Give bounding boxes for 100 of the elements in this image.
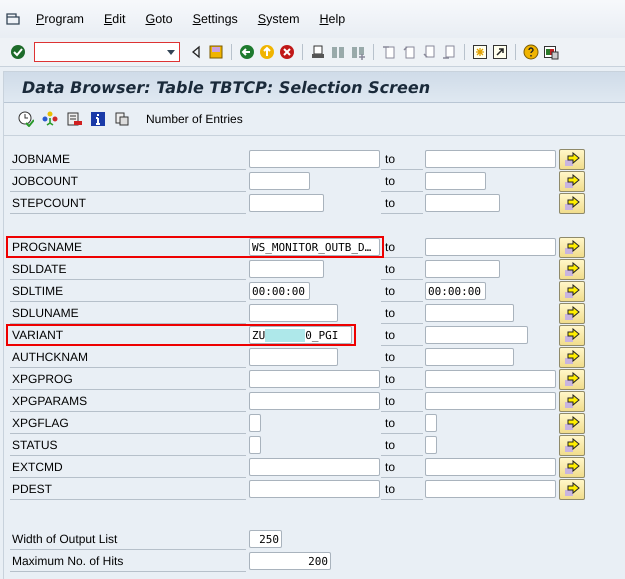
input-field[interactable] [249, 260, 324, 278]
input-field[interactable] [425, 238, 556, 256]
menu-item[interactable]: System [248, 12, 310, 26]
copy-icon[interactable] [114, 111, 130, 127]
menu-item[interactable]: Settings [182, 12, 248, 26]
range-label: to [381, 148, 423, 170]
input-field[interactable] [249, 436, 261, 454]
multiple-selection-button[interactable] [559, 390, 585, 412]
input-field[interactable]: WS_MONITOR_OUTB_D… [249, 238, 380, 256]
field-label: PDEST [10, 478, 246, 500]
multiple-selection-button[interactable] [559, 148, 585, 170]
field-label: XPGPROG [10, 368, 246, 390]
next-page-icon[interactable] [421, 44, 437, 60]
arrow-icon [564, 460, 580, 474]
input-field[interactable] [425, 172, 486, 190]
multiple-selection-button[interactable] [559, 324, 585, 346]
menu-icon[interactable] [6, 13, 20, 25]
input-field[interactable] [249, 172, 310, 190]
command-field[interactable] [34, 42, 180, 62]
field-label: Width of Output List [10, 528, 246, 550]
help-icon[interactable] [523, 44, 539, 60]
multiple-selection-button[interactable] [559, 236, 585, 258]
cancel-icon[interactable] [279, 44, 295, 60]
delete-row-icon[interactable] [66, 111, 82, 127]
field-label: VARIANT [10, 324, 246, 346]
multiple-selection-button[interactable] [559, 192, 585, 214]
input-field[interactable]: 200 [249, 552, 331, 570]
input-field[interactable] [425, 260, 500, 278]
arrow-icon [564, 372, 580, 386]
input-field[interactable] [425, 414, 437, 432]
menu-item[interactable]: Goto [135, 12, 183, 26]
range-label: to [381, 280, 423, 302]
arrow-icon [564, 284, 580, 298]
hierarchy-icon[interactable] [42, 111, 58, 127]
field-label: EXTCMD [10, 456, 246, 478]
save-icon[interactable] [208, 44, 224, 60]
dropdown-icon[interactable] [167, 50, 175, 54]
input-field[interactable] [425, 392, 556, 410]
input-field[interactable] [425, 194, 500, 212]
multiple-selection-button[interactable] [559, 170, 585, 192]
input-field[interactable] [249, 370, 380, 388]
previous-page-icon[interactable] [401, 44, 417, 60]
input-field[interactable] [249, 392, 380, 410]
multiple-selection-button[interactable] [559, 258, 585, 280]
input-field[interactable]: 250 [249, 530, 282, 548]
multiple-selection-button[interactable] [559, 280, 585, 302]
input-field[interactable] [425, 348, 514, 366]
new-session-icon[interactable] [472, 44, 488, 60]
multiple-selection-button[interactable] [559, 456, 585, 478]
range-label: to [381, 324, 423, 346]
input-field[interactable]: ZU 0_PGI [249, 326, 352, 344]
input-field[interactable]: 00:00:00 [425, 282, 486, 300]
menu-item[interactable]: Edit [94, 12, 136, 26]
print-icon[interactable] [310, 44, 326, 60]
multiple-selection-button[interactable] [559, 368, 585, 390]
back-icon[interactable] [239, 44, 255, 60]
arrow-icon [564, 394, 580, 408]
shortcut-icon[interactable] [492, 44, 508, 60]
input-field[interactable] [249, 150, 380, 168]
arrow-icon [564, 350, 580, 364]
menu-item[interactable]: Help [309, 12, 356, 26]
arrow-icon [564, 262, 580, 276]
input-field[interactable] [425, 436, 437, 454]
input-field[interactable]: 00:00:00 [249, 282, 310, 300]
arrow-icon [564, 196, 580, 210]
range-label: to [381, 368, 423, 390]
input-field[interactable] [249, 480, 380, 498]
input-field[interactable] [249, 304, 338, 322]
range-label: to [381, 390, 423, 412]
first-page-icon[interactable] [381, 44, 397, 60]
multiple-selection-button[interactable] [559, 346, 585, 368]
field-label: STEPCOUNT [10, 192, 246, 214]
check-icon[interactable] [10, 44, 26, 60]
multiple-selection-button[interactable] [559, 434, 585, 456]
field-label: STATUS [10, 434, 246, 456]
number-of-entries-button[interactable]: Number of Entries [142, 112, 247, 126]
info-icon[interactable] [90, 111, 106, 127]
last-page-icon[interactable] [441, 44, 457, 60]
multiple-selection-button[interactable] [559, 412, 585, 434]
range-label: to [381, 456, 423, 478]
input-field[interactable] [425, 150, 556, 168]
field-label: XPGPARAMS [10, 390, 246, 412]
input-field[interactable] [425, 326, 528, 344]
execute-icon[interactable] [18, 111, 34, 127]
input-field[interactable] [249, 194, 324, 212]
input-field[interactable] [425, 480, 556, 498]
range-label: to [381, 478, 423, 500]
range-label: to [381, 346, 423, 368]
multiple-selection-button[interactable] [559, 478, 585, 500]
field-label: PROGNAME [10, 236, 246, 258]
multiple-selection-button[interactable] [559, 302, 585, 324]
input-field[interactable] [249, 414, 261, 432]
input-field[interactable] [249, 458, 380, 476]
input-field[interactable] [425, 304, 514, 322]
field-label: AUTHCKNAM [10, 346, 246, 368]
input-field[interactable] [425, 370, 556, 388]
menu-item[interactable]: Program [26, 12, 94, 26]
input-field[interactable] [425, 458, 556, 476]
layout-icon[interactable] [543, 44, 559, 60]
input-field[interactable] [249, 348, 338, 366]
